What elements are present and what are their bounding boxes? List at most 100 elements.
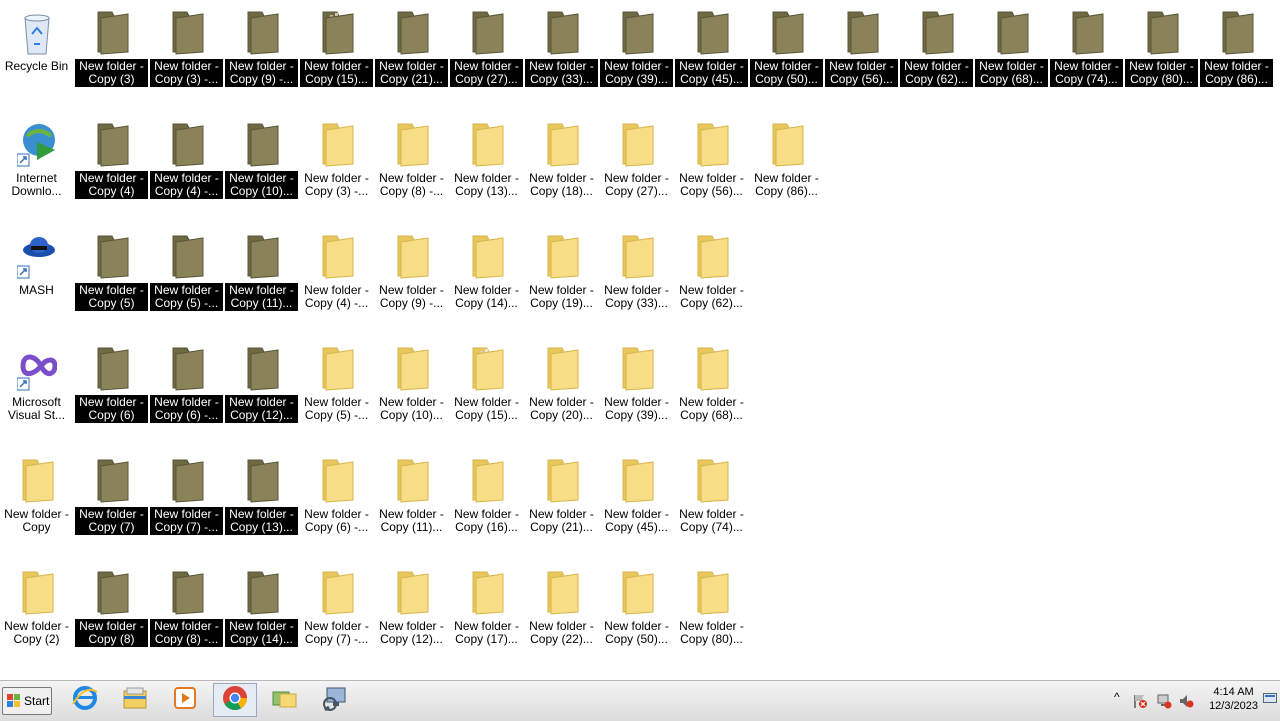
start-button[interactable]: Start	[2, 687, 52, 715]
desktop-shortcut[interactable]: MASH	[0, 226, 73, 332]
desktop-icon-label: New folder - Copy (68)...	[679, 395, 744, 422]
clock[interactable]: 4:14 AM 12/3/2023	[1209, 685, 1258, 713]
desktop-folder[interactable]: New folder - Copy (45)...	[600, 450, 673, 556]
desktop-folder[interactable]: New folder - Copy (13)...	[450, 114, 523, 220]
desktop-folder[interactable]: New folder - Copy (9) -...	[375, 226, 448, 332]
desktop-folder[interactable]: New folder - Copy (11)...	[375, 450, 448, 556]
show-desktop-icon[interactable]	[1263, 693, 1277, 705]
desktop-folder[interactable]: New folder - Copy (56)...	[675, 114, 748, 220]
desktop-folder[interactable]: New folder - Copy (7) -...	[150, 450, 223, 556]
network-computer-taskbar-button[interactable]	[313, 683, 357, 717]
internet-explorer-taskbar-button[interactable]	[63, 683, 107, 717]
desktop-folder[interactable]: New folder - Copy (50)...	[600, 562, 673, 668]
desktop-folder[interactable]: New folder - Copy (20)...	[525, 338, 598, 444]
desktop-folder[interactable]: New folder - Copy (6) -...	[300, 450, 373, 556]
desktop-folder[interactable]: New folder - Copy (7)	[75, 450, 148, 556]
desktop-folder[interactable]: New folder - Copy (68)...	[975, 2, 1048, 108]
desktop-folder[interactable]: New folder - Copy (5) -...	[150, 226, 223, 332]
desktop-folder[interactable]: New folder - Copy (62)...	[900, 2, 973, 108]
desktop-folder[interactable]: New folder - Copy (10)...	[375, 338, 448, 444]
desktop-folder[interactable]: New folder - Copy (3) -...	[150, 2, 223, 108]
desktop-folder[interactable]: New folder - Copy (3) -...	[300, 114, 373, 220]
desktop-folder[interactable]: New folder - Copy (8) -...	[150, 562, 223, 668]
folder-icon	[542, 8, 582, 56]
desktop-folder[interactable]: New folder - Copy (5)	[75, 226, 148, 332]
folder-icon	[17, 568, 57, 616]
desktop-folder[interactable]: New folder - Copy (86)...	[750, 114, 823, 220]
folder-icon	[317, 120, 357, 168]
desktop-shortcut[interactable]: Internet Downlo...	[0, 114, 73, 220]
desktop-icon-label: New folder - Copy (7) -...	[150, 507, 223, 535]
desktop-folder[interactable]: New folder - Copy (12)...	[225, 338, 298, 444]
desktop-folder[interactable]: New folder - Copy (4)	[75, 114, 148, 220]
desktop-folder[interactable]: New folder - Copy (45)...	[675, 2, 748, 108]
flag-alert-icon[interactable]	[1132, 693, 1148, 709]
desktop-folder[interactable]: New folder - Copy (9) -...	[225, 2, 298, 108]
desktop-icon-label: New folder - Copy (4)	[75, 171, 148, 199]
desktop-shortcut[interactable]: Microsoft Visual St...	[0, 338, 73, 444]
desktop-folder[interactable]: New folder - Copy (27)...	[450, 2, 523, 108]
desktop-folder[interactable]: New folder - Copy (33)...	[600, 226, 673, 332]
desktop-folder[interactable]: New folder - Copy	[0, 450, 73, 556]
desktop-icon-label: New folder - Copy (7)	[75, 507, 148, 535]
desktop-folder[interactable]: New folder - Copy (6)	[75, 338, 148, 444]
network-computer-icon	[321, 684, 349, 717]
folders-taskbar-button[interactable]	[263, 683, 307, 717]
clock-time: 4:14 AM	[1213, 686, 1254, 698]
volume-muted-icon[interactable]	[1178, 693, 1194, 709]
desktop-folder[interactable]: New folder - Copy (21)...	[375, 2, 448, 108]
folder-icon	[17, 456, 57, 504]
desktop-folder[interactable]: New folder - Copy (2)	[0, 562, 73, 668]
desktop-folder[interactable]: New folder - Copy (4) -...	[150, 114, 223, 220]
desktop-folder[interactable]: New folder - Copy (39)...	[600, 338, 673, 444]
desktop-folder[interactable]: New folder - Copy (17)...	[450, 562, 523, 668]
desktop-folder[interactable]: New folder - Copy (3)	[75, 2, 148, 108]
desktop-folder[interactable]: New folder - Copy (80)...	[1125, 2, 1198, 108]
chrome-taskbar-button[interactable]	[213, 683, 257, 717]
desktop-folder[interactable]: New folder - Copy (12)...	[375, 562, 448, 668]
desktop-folder[interactable]: New folder - Copy (14)...	[450, 226, 523, 332]
desktop-folder[interactable]: New folder - Copy (86)...	[1200, 2, 1273, 108]
desktop-folder[interactable]: New folder - Copy (11)...	[225, 226, 298, 332]
tray-chevron[interactable]: ^	[1114, 690, 1120, 704]
desktop-folder[interactable]: New folder - Copy (80)...	[675, 562, 748, 668]
desktop-folder[interactable]: New folder - Copy (8)	[75, 562, 148, 668]
desktop-folder[interactable]: New folder - Copy (5) -...	[300, 338, 373, 444]
desktop-folder[interactable]: New folder - Copy (8) -...	[375, 114, 448, 220]
desktop-folder[interactable]: New folder - Copy (15)...	[300, 2, 373, 108]
desktop-folder[interactable]: New folder - Copy (4) -...	[300, 226, 373, 332]
desktop-folder[interactable]: New folder - Copy (16)...	[450, 450, 523, 556]
folder-icon	[317, 568, 357, 616]
desktop-folder[interactable]: New folder - Copy (33)...	[525, 2, 598, 108]
desktop-icon-label: New folder - Copy (86)...	[1200, 59, 1273, 87]
desktop-folder[interactable]: New folder - Copy (27)...	[600, 114, 673, 220]
folder-icon	[542, 456, 582, 504]
media-player-taskbar-button[interactable]	[163, 683, 207, 717]
desktop-folder[interactable]: New folder - Copy (39)...	[600, 2, 673, 108]
desktop-folder[interactable]: New folder - Copy (14)...	[225, 562, 298, 668]
desktop-icon-label: New folder - Copy (8) -...	[379, 171, 444, 198]
desktop-icon-label: New folder - Copy (5) -...	[150, 283, 223, 311]
desktop-folder[interactable]: New folder - Copy (6) -...	[150, 338, 223, 444]
network-icon[interactable]	[1156, 693, 1172, 709]
desktop-folder[interactable]: New folder - Copy (22)...	[525, 562, 598, 668]
taskbar: Start ^ 4:14 AM 12/3/2023	[0, 680, 1280, 721]
file-explorer-taskbar-button[interactable]	[113, 683, 157, 717]
desktop-folder[interactable]: New folder - Copy (7) -...	[300, 562, 373, 668]
desktop-folder[interactable]: New folder - Copy (56)...	[825, 2, 898, 108]
desktop-icon-label: New folder - Copy (4) -...	[304, 283, 369, 310]
desktop-folder[interactable]: New folder - Copy (19)...	[525, 226, 598, 332]
desktop-folder[interactable]: New folder - Copy (74)...	[675, 450, 748, 556]
desktop-folder[interactable]: New folder - Copy (62)...	[675, 226, 748, 332]
desktop-folder[interactable]: New folder - Copy (10)...	[225, 114, 298, 220]
desktop-folder[interactable]: New folder - Copy (18)...	[525, 114, 598, 220]
desktop-shortcut[interactable]: Recycle Bin	[0, 2, 73, 108]
desktop-folder[interactable]: New folder - Copy (68)...	[675, 338, 748, 444]
desktop-folder[interactable]: New folder - Copy (74)...	[1050, 2, 1123, 108]
desktop-folder[interactable]: New folder - Copy (15)...	[450, 338, 523, 444]
desktop-folder[interactable]: New folder - Copy (13)...	[225, 450, 298, 556]
folder-icon	[167, 456, 207, 504]
desktop-folder[interactable]: New folder - Copy (21)...	[525, 450, 598, 556]
desktop[interactable]: Recycle Bin Internet Downlo... MASH Microso…	[0, 0, 1280, 680]
desktop-folder[interactable]: New folder - Copy (50)...	[750, 2, 823, 108]
